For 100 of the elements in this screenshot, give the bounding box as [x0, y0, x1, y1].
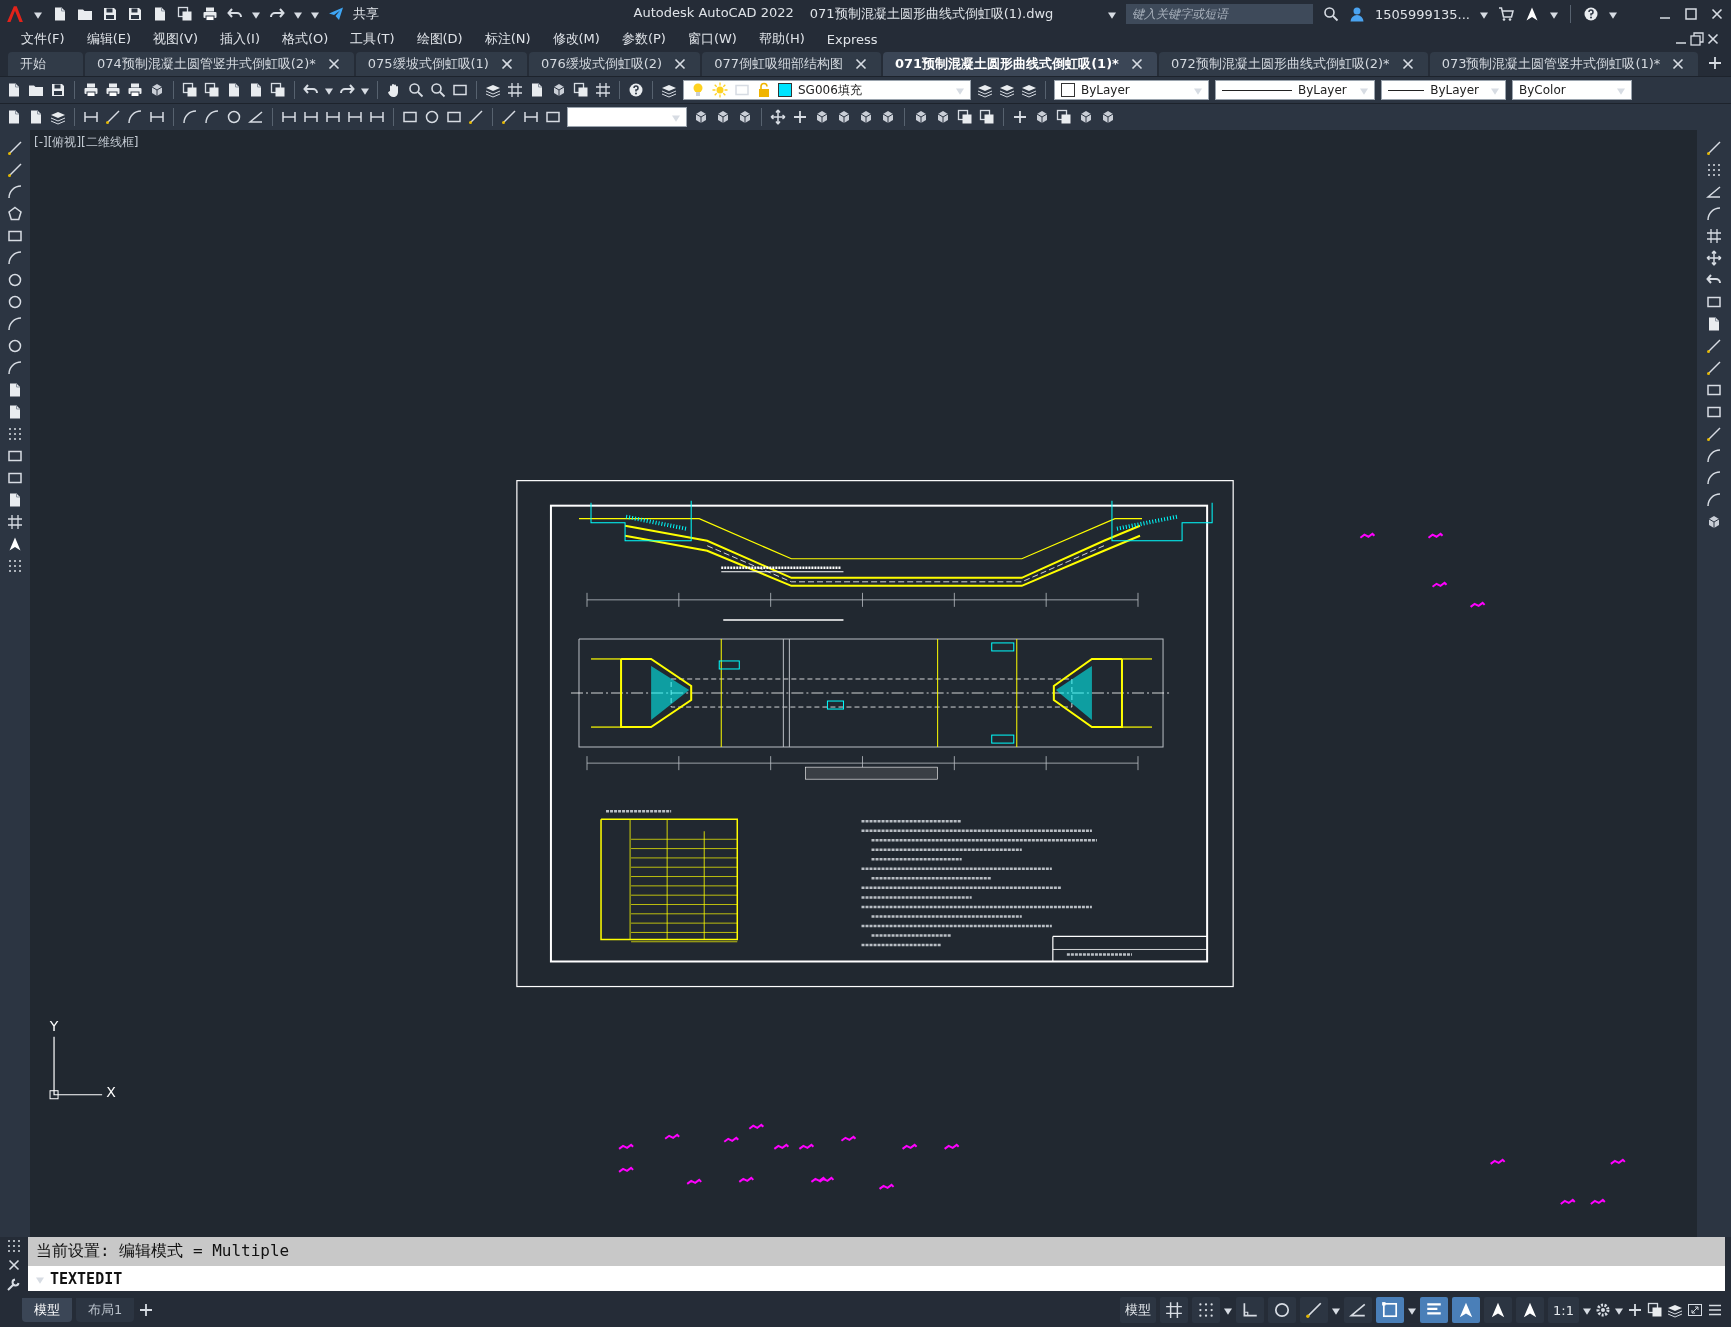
close-icon[interactable] — [6, 1257, 22, 1273]
line-icon[interactable] — [105, 109, 121, 125]
copy-icon[interactable] — [1647, 1302, 1663, 1318]
grid-icon[interactable] — [7, 514, 23, 530]
color-dropdown[interactable]: ByLayer — [1054, 80, 1209, 100]
selection-toggle[interactable] — [1376, 1297, 1405, 1323]
close-icon[interactable] — [1705, 31, 1721, 47]
cube-icon[interactable] — [814, 109, 830, 125]
layers-icon[interactable] — [50, 109, 66, 125]
copy-icon[interactable] — [177, 6, 193, 22]
document-icon[interactable] — [1706, 316, 1722, 332]
polygon-icon[interactable] — [7, 206, 23, 222]
annotation-toggle[interactable] — [1516, 1297, 1545, 1323]
cube-icon[interactable] — [1034, 109, 1050, 125]
cube-icon[interactable] — [836, 109, 852, 125]
caret-icon[interactable] — [1609, 9, 1617, 19]
layers-icon[interactable] — [1021, 82, 1037, 98]
copy-icon[interactable] — [270, 82, 286, 98]
arc-icon[interactable] — [182, 109, 198, 125]
menu-item[interactable]: 参数(P) — [610, 30, 677, 48]
arc-icon[interactable] — [7, 316, 23, 332]
restore-icon[interactable] — [1689, 31, 1705, 47]
dots-icon[interactable] — [1706, 162, 1722, 178]
menu-item[interactable]: 文件(F) — [10, 30, 76, 48]
dots-icon[interactable] — [6, 1238, 22, 1255]
angle-icon[interactable] — [248, 109, 264, 125]
arc-icon[interactable] — [127, 109, 143, 125]
printer-icon[interactable] — [127, 82, 143, 98]
layout-tab[interactable]: 布局1 — [76, 1298, 135, 1322]
menu-item[interactable]: 标注(N) — [473, 30, 542, 48]
layer-dropdown[interactable]: SG006填充 — [683, 80, 971, 100]
search-icon[interactable] — [408, 82, 424, 98]
search-icon[interactable] — [1322, 6, 1339, 22]
cube-icon[interactable] — [935, 109, 951, 125]
app-logo[interactable] — [6, 5, 24, 23]
menu-item[interactable]: 格式(O) — [271, 30, 340, 48]
document-icon[interactable] — [6, 82, 22, 98]
rectangle-icon[interactable] — [545, 109, 561, 125]
document-icon[interactable] — [28, 109, 44, 125]
rectangle-icon[interactable] — [1706, 294, 1722, 310]
cube-icon[interactable] — [551, 82, 567, 98]
menu-item[interactable]: 绘图(D) — [405, 30, 474, 48]
rectangle-icon[interactable] — [1706, 382, 1722, 398]
arc-icon[interactable] — [1706, 448, 1722, 464]
plus-icon[interactable] — [1707, 55, 1723, 71]
document-icon[interactable] — [52, 6, 68, 22]
layout-tab[interactable]: 模型 — [22, 1298, 72, 1322]
menu-icon[interactable] — [1707, 1302, 1723, 1318]
arc-icon[interactable] — [204, 109, 220, 125]
copy-icon[interactable] — [204, 82, 220, 98]
plus-icon[interactable] — [792, 109, 808, 125]
file-tab[interactable]: 077倒虹吸细部结构图 — [702, 52, 881, 76]
line-icon[interactable] — [468, 109, 484, 125]
rectangle-icon[interactable] — [452, 82, 468, 98]
caret-icon[interactable] — [1615, 1305, 1623, 1315]
lineweight-dropdown[interactable]: ByLayer — [1381, 80, 1506, 100]
cube-icon[interactable] — [858, 109, 874, 125]
caret-icon[interactable] — [1332, 1305, 1341, 1315]
arc-icon[interactable] — [1706, 492, 1722, 508]
settings-icon[interactable] — [1595, 1302, 1611, 1318]
menu-item[interactable]: Express — [815, 31, 889, 47]
send-icon[interactable] — [328, 6, 344, 22]
dimension-icon[interactable] — [369, 109, 385, 125]
line-icon[interactable] — [501, 109, 517, 125]
dimension-icon[interactable] — [149, 109, 165, 125]
save-icon[interactable] — [127, 6, 143, 22]
move-icon[interactable] — [770, 109, 786, 125]
cart-icon[interactable] — [1498, 6, 1514, 22]
line-icon[interactable] — [1706, 426, 1722, 442]
document-icon[interactable] — [7, 382, 23, 398]
arc-icon[interactable] — [1706, 470, 1722, 486]
layers-icon[interactable] — [661, 82, 677, 98]
close-icon[interactable] — [853, 56, 869, 72]
share-button[interactable]: 共享 — [353, 5, 379, 23]
grid-icon[interactable] — [1706, 228, 1722, 244]
move-icon[interactable] — [1706, 250, 1722, 266]
grid-toggle[interactable] — [1160, 1297, 1189, 1323]
annotation-scale-button[interactable]: 1:1 — [1548, 1297, 1579, 1323]
caret-icon[interactable] — [1583, 1305, 1591, 1315]
caret-icon[interactable] — [361, 85, 369, 95]
file-tab[interactable]: 074预制混凝土圆管竖井式倒虹吸(2)* — [85, 52, 354, 76]
command-bar[interactable]: TEXTEDIT — [28, 1266, 1725, 1291]
line-icon[interactable] — [1706, 360, 1722, 376]
rectangle-icon[interactable] — [1706, 404, 1722, 420]
command-input[interactable]: TEXTEDIT — [50, 1269, 1725, 1288]
file-tab[interactable]: 071预制混凝土圆形曲线式倒虹吸(1)* — [883, 52, 1157, 76]
arc-icon[interactable] — [7, 250, 23, 266]
arc-icon[interactable] — [7, 360, 23, 376]
maximize-icon[interactable] — [1683, 6, 1699, 22]
caret-icon[interactable] — [34, 9, 42, 19]
angle-toggle[interactable] — [1344, 1297, 1373, 1323]
rectangle-icon[interactable] — [7, 470, 23, 486]
rectangle-icon[interactable] — [7, 228, 23, 244]
menu-item[interactable]: 编辑(E) — [75, 30, 142, 48]
grid-icon[interactable] — [595, 82, 611, 98]
document-icon[interactable] — [6, 109, 22, 125]
circle-icon[interactable] — [7, 338, 23, 354]
rectangle-icon[interactable] — [7, 448, 23, 464]
rectangle-icon[interactable] — [446, 109, 462, 125]
printer-icon[interactable] — [83, 82, 99, 98]
